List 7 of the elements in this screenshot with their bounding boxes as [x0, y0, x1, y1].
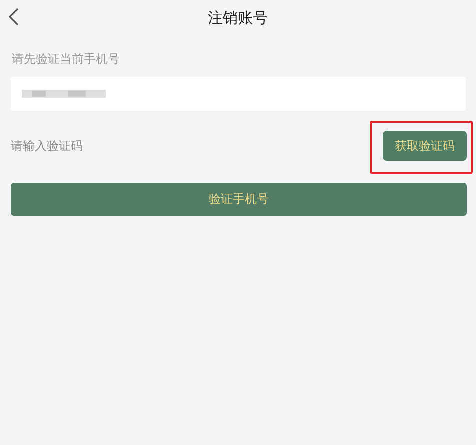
back-icon[interactable] [8, 7, 20, 27]
get-code-button[interactable]: 获取验证码 [383, 131, 467, 161]
field-label: 请先验证当前手机号 [12, 51, 120, 68]
code-input-field[interactable]: 请输入验证码 [11, 139, 211, 153]
verify-phone-button[interactable]: 验证手机号 [11, 183, 467, 216]
phone-input-field[interactable] [11, 77, 466, 111]
page-title: 注销账号 [208, 8, 268, 28]
